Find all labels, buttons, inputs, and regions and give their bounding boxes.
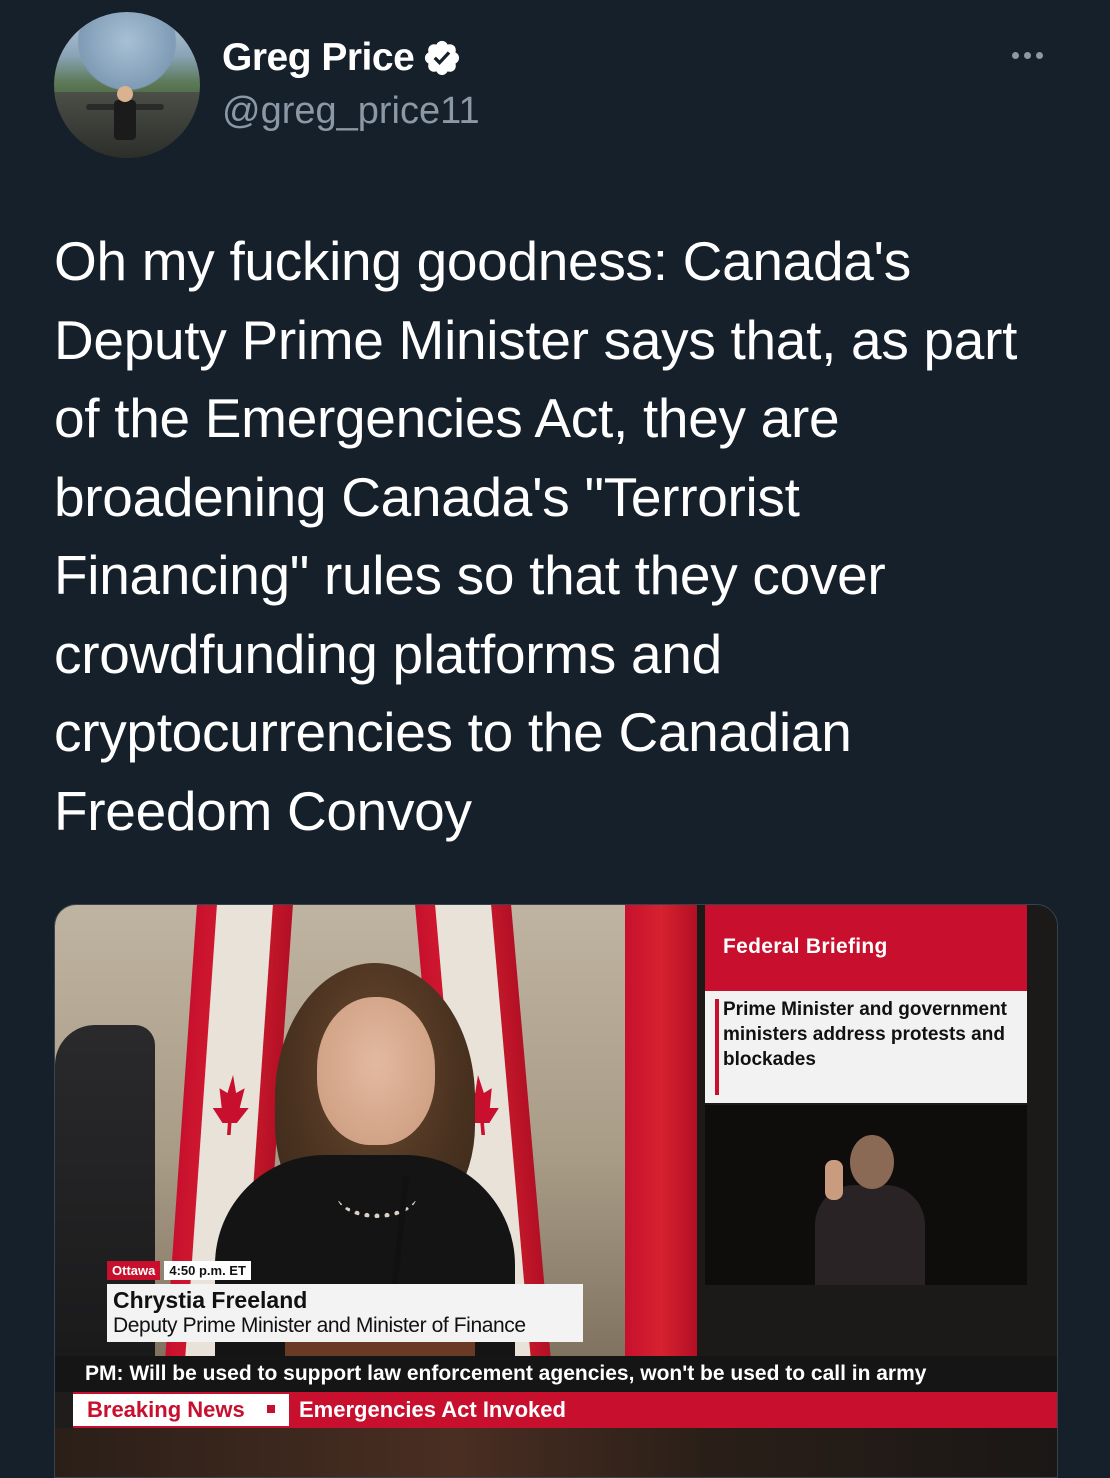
tweet-media-video[interactable]: Ottawa 4:50 p.m. ET Chrystia Freeland De…: [54, 904, 1058, 1478]
briefing-sidebar: Federal Briefing Prime Minister and gove…: [697, 905, 1057, 1360]
video-bottom-frame: [55, 1428, 1057, 1477]
lower-third: Ottawa 4:50 p.m. ET Chrystia Freeland De…: [107, 1261, 583, 1342]
speaker-title: Deputy Prime Minister and Minister of Fi…: [113, 1314, 526, 1337]
ticker-text: PM: Will be used to support law enforcem…: [85, 1362, 927, 1385]
author-avatar[interactable]: [54, 12, 200, 158]
tweet-text: Oh my fucking goodness: Canada's Deputy …: [54, 230, 1018, 842]
breaking-news-bar: Breaking News Emergencies Act Invoked: [73, 1392, 1057, 1428]
time-tag: 4:50 p.m. ET: [164, 1261, 251, 1280]
sign-language-interpreter: [705, 1105, 1027, 1285]
briefing-header: Federal Briefing: [723, 935, 888, 958]
separator-dot: [267, 1405, 275, 1413]
verified-badge-icon: [425, 40, 460, 76]
video-frame-speaker: Ottawa 4:50 p.m. ET Chrystia Freeland De…: [55, 905, 697, 1360]
briefing-description: Prime Minister and government ministers …: [723, 999, 1008, 1070]
author-handle[interactable]: @greg_price11: [222, 90, 480, 133]
author-name-row[interactable]: Greg Price: [222, 36, 462, 80]
speaker-name: Chrystia Freeland: [113, 1287, 308, 1313]
location-tag: Ottawa: [107, 1261, 161, 1280]
author-name[interactable]: Greg Price: [222, 36, 415, 80]
more-options-icon[interactable]: [1012, 52, 1043, 59]
news-ticker: PM: Will be used to support law enforcem…: [55, 1356, 1057, 1392]
breaking-headline: Emergencies Act Invoked: [299, 1397, 566, 1422]
breaking-news-label: Breaking News: [73, 1394, 289, 1426]
